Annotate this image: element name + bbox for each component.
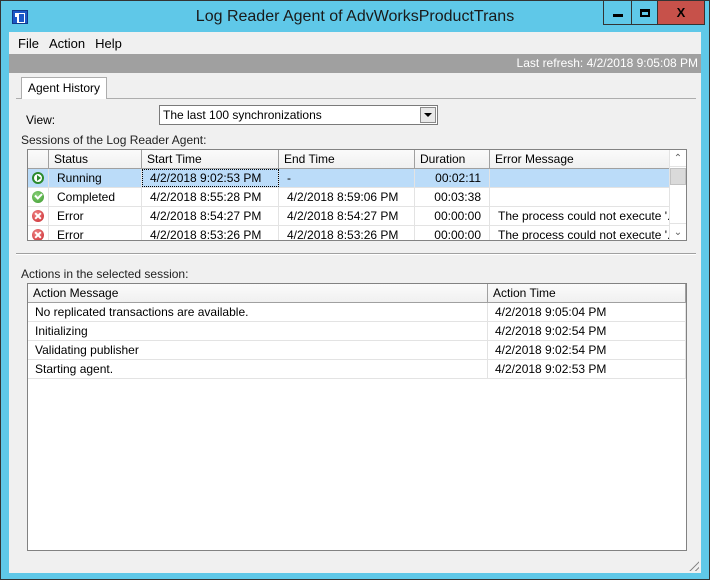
running-icon — [32, 172, 44, 184]
sessions-grid[interactable]: Status Start Time End Time Duration Erro… — [27, 149, 687, 241]
panel-splitter[interactable] — [16, 253, 696, 255]
view-dropdown[interactable]: The last 100 synchronizations — [159, 105, 438, 125]
column-header-end-time[interactable]: End Time — [279, 150, 415, 169]
session-start-time: 4/2/2018 9:02:53 PM — [142, 169, 279, 187]
session-end-time: - — [279, 169, 415, 187]
session-row[interactable]: Completed 4/2/2018 8:55:28 PM 4/2/2018 8… — [28, 188, 670, 207]
agent-history-panel: View: The last 100 synchronizations Sess… — [16, 98, 696, 564]
window-controls: X — [603, 1, 705, 25]
sessions-vertical-scrollbar[interactable]: ⌃ ⌄ — [669, 150, 686, 240]
session-error-message — [490, 169, 670, 187]
action-row[interactable]: Initializing 4/2/2018 9:02:54 PM — [28, 322, 686, 341]
session-duration: 00:00:00 — [415, 207, 490, 225]
column-header-status[interactable]: Status — [49, 150, 142, 169]
column-header-error-message[interactable]: Error Message — [490, 150, 670, 169]
session-row[interactable]: Error 4/2/2018 8:53:26 PM 4/2/2018 8:53:… — [28, 226, 670, 240]
session-status: Error — [49, 207, 142, 225]
client-area: File Action Help Last refresh: 4/2/2018 … — [9, 32, 701, 573]
action-row[interactable]: Starting agent. 4/2/2018 9:02:53 PM — [28, 360, 686, 379]
menu-file[interactable]: File — [13, 36, 44, 51]
minimize-button[interactable] — [604, 1, 632, 24]
actions-grid-header: Action Message Action Time — [28, 284, 686, 303]
actions-grid[interactable]: Action Message Action Time No replicated… — [27, 283, 687, 551]
completed-icon — [32, 191, 44, 203]
last-refresh-status: Last refresh: 4/2/2018 9:05:08 PM — [9, 54, 701, 73]
session-error-message: The process could not execute '... — [490, 207, 670, 225]
session-duration: 00:03:38 — [415, 188, 490, 206]
session-end-time: 4/2/2018 8:59:06 PM — [279, 188, 415, 206]
view-dropdown-value: The last 100 synchronizations — [163, 108, 322, 122]
scrollbar-thumb[interactable] — [670, 168, 686, 185]
action-message: Validating publisher — [28, 341, 488, 359]
column-header-duration[interactable]: Duration — [415, 150, 490, 169]
session-end-time: 4/2/2018 8:54:27 PM — [279, 207, 415, 225]
action-message: Initializing — [28, 322, 488, 340]
log-reader-agent-window: Log Reader Agent of AdvWorksProductTrans… — [0, 0, 710, 580]
title-bar[interactable]: Log Reader Agent of AdvWorksProductTrans… — [1, 1, 709, 32]
action-row[interactable]: No replicated transactions are available… — [28, 303, 686, 322]
maximize-button[interactable] — [632, 1, 658, 24]
column-header-action-time[interactable]: Action Time — [488, 284, 686, 303]
actions-label: Actions in the selected session: — [21, 267, 189, 281]
sessions-label: Sessions of the Log Reader Agent: — [21, 133, 207, 147]
session-error-message — [490, 188, 670, 206]
error-icon — [32, 229, 44, 240]
error-icon — [32, 210, 44, 222]
tab-control: View: The last 100 synchronizations Sess… — [16, 76, 696, 564]
session-row[interactable]: Error 4/2/2018 8:54:27 PM 4/2/2018 8:54:… — [28, 207, 670, 226]
scroll-down-arrow-icon[interactable]: ⌄ — [670, 223, 686, 240]
maximize-icon — [639, 8, 650, 17]
session-error-message: The process could not execute '... — [490, 226, 670, 240]
session-start-time: 4/2/2018 8:54:27 PM — [142, 207, 279, 225]
dropdown-arrow-button[interactable] — [420, 107, 436, 123]
menu-help[interactable]: Help — [90, 36, 127, 51]
action-time: 4/2/2018 9:05:04 PM — [488, 303, 686, 321]
sessions-grid-header: Status Start Time End Time Duration Erro… — [28, 150, 670, 169]
session-start-time: 4/2/2018 8:55:28 PM — [142, 188, 279, 206]
action-time: 4/2/2018 9:02:54 PM — [488, 322, 686, 340]
action-message: Starting agent. — [28, 360, 488, 378]
session-end-time: 4/2/2018 8:53:26 PM — [279, 226, 415, 240]
session-row[interactable]: Running 4/2/2018 9:02:53 PM - 00:02:11 — [28, 169, 670, 188]
session-status: Error — [49, 226, 142, 240]
action-row[interactable]: Validating publisher 4/2/2018 9:02:54 PM — [28, 341, 686, 360]
menu-bar: File Action Help — [9, 32, 701, 54]
tab-agent-history[interactable]: Agent History — [21, 77, 108, 99]
column-header-action-message[interactable]: Action Message — [28, 284, 488, 303]
action-message: No replicated transactions are available… — [28, 303, 488, 321]
chevron-down-icon — [424, 113, 432, 117]
view-label: View: — [26, 113, 56, 127]
close-button[interactable]: X — [658, 1, 704, 24]
session-start-time: 4/2/2018 8:53:26 PM — [142, 226, 279, 240]
column-header-icon[interactable] — [28, 150, 49, 169]
action-time: 4/2/2018 9:02:54 PM — [488, 341, 686, 359]
action-time: 4/2/2018 9:02:53 PM — [488, 360, 686, 378]
scroll-up-arrow-icon[interactable]: ⌃ — [670, 150, 686, 167]
menu-action[interactable]: Action — [44, 36, 90, 51]
column-header-start-time[interactable]: Start Time — [142, 150, 279, 169]
session-status: Completed — [49, 188, 142, 206]
minimize-icon — [612, 14, 623, 17]
session-duration: 00:00:00 — [415, 226, 490, 240]
session-status: Running — [49, 169, 142, 187]
session-duration: 00:02:11 — [415, 169, 490, 187]
